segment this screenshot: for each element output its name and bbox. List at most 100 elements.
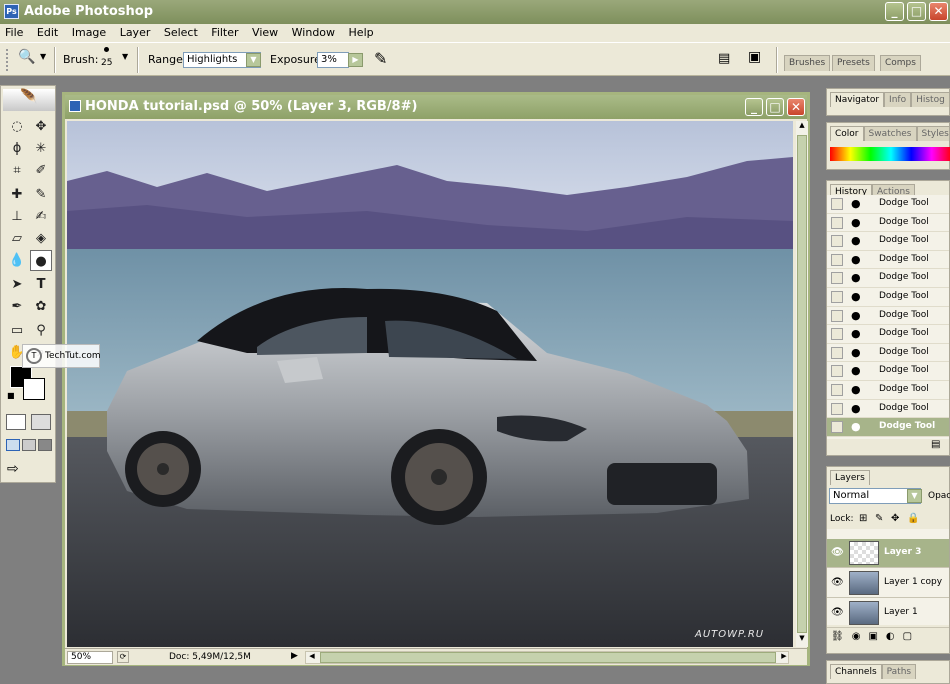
eraser-tool-icon[interactable]: ▱ [6,228,28,249]
scroll-up-icon[interactable]: ▲ [796,121,808,133]
notes-tool-icon[interactable]: ▭ [6,320,28,341]
type-tool-icon[interactable]: T [30,274,52,295]
slice-tool-icon[interactable]: ✐ [30,160,52,181]
tab-navigator[interactable]: Navigator [830,92,885,107]
visibility-eye-icon[interactable]: 👁 [831,607,844,618]
exposure-input[interactable]: 3% [317,52,349,68]
new-layer-icon[interactable]: ▢ [903,631,920,642]
scroll-left-icon[interactable]: ◀ [306,652,318,663]
menu-layer[interactable]: Layer [115,24,156,39]
paint-bucket-tool-icon[interactable]: ◈ [30,228,52,249]
color-spectrum-ramp[interactable] [830,147,950,161]
menu-edit[interactable]: Edit [32,24,63,39]
menu-view[interactable]: View [247,24,283,39]
tab-paths[interactable]: Paths [881,664,917,679]
app-title-bar[interactable]: Ps Adobe Photoshop _ □ ✕ [0,0,950,24]
tab-info[interactable]: Info [884,92,912,107]
well-tab-presets[interactable]: Presets [832,55,875,71]
pen-tool-icon[interactable]: ✒ [6,296,28,317]
menu-file[interactable]: File [0,24,28,39]
menu-help[interactable]: Help [344,24,379,39]
blend-mode-dropdown-icon[interactable]: ▼ [907,489,922,503]
lock-transparency-icon[interactable]: ⊞ [859,513,867,524]
history-item[interactable]: ● Dodge Tool [827,362,949,381]
jump-to-imageready-icon[interactable]: ⇨ [7,461,19,477]
scroll-down-icon[interactable]: ▼ [796,634,808,646]
tab-swatches[interactable]: Swatches [863,126,917,141]
range-dropdown-icon[interactable]: ▼ [246,53,261,67]
blur-tool-icon[interactable]: 💧 [6,250,28,271]
horizontal-scrollbar[interactable]: ◀ ▶ [305,651,789,664]
lasso-tool-icon[interactable]: ϕ [6,138,28,159]
menu-select[interactable]: Select [159,24,203,39]
layer-row[interactable]: 👁 Layer 1 [827,599,949,628]
history-item[interactable]: ● Dodge Tool [827,288,949,307]
scroll-right-icon[interactable]: ▶ [778,652,790,663]
history-item[interactable]: ● Dodge Tool [827,400,949,419]
custom-shape-tool-icon[interactable]: ✿ [30,296,52,317]
tab-color[interactable]: Color [830,126,864,141]
screen-mode-full-icon[interactable] [38,439,52,451]
lock-position-icon[interactable]: ✥ [891,513,899,524]
history-item[interactable]: ● Dodge Tool [827,269,949,288]
image-canvas[interactable]: AUTOWP.RU [67,121,793,647]
layer-row[interactable]: 👁 Layer 3 [827,539,949,568]
clone-stamp-tool-icon[interactable]: ⊥ [6,206,28,227]
menu-window[interactable]: Window [287,24,340,39]
menu-image[interactable]: Image [67,24,111,39]
vertical-scrollbar[interactable]: ▲ ▼ [796,121,808,647]
history-item[interactable]: ● Dodge Tool [827,214,949,233]
history-item[interactable]: ● Dodge Tool [827,344,949,363]
maximize-button[interactable]: □ [907,2,926,21]
close-button[interactable]: ✕ [929,2,948,21]
layer-row[interactable]: 👁 Layer 1 copy [827,569,949,598]
document-minimize-button[interactable]: _ [745,98,763,116]
tab-channels[interactable]: Channels [830,664,882,679]
file-browser-icon[interactable]: ▤ [718,51,730,66]
eyedropper-tool-icon[interactable]: ⚲ [30,320,52,341]
background-color-swatch[interactable] [23,378,45,400]
dodge-tool-icon[interactable]: 🔍 [18,49,35,65]
status-menu-arrow-icon[interactable]: ▶ [291,651,298,661]
zoom-field[interactable]: 50% [67,651,113,664]
document-close-button[interactable]: ✕ [787,98,805,116]
airbrush-icon[interactable]: ✎ [374,49,387,68]
link-icon[interactable]: ⛓ [831,631,852,642]
tab-styles[interactable]: Styles [916,126,949,141]
image-ready-icon[interactable]: ▣ [748,49,761,65]
well-tab-comps[interactable]: Comps [880,55,921,71]
add-mask-icon[interactable]: ▣ [868,631,885,642]
standard-mode-icon[interactable] [6,414,26,430]
brush-picker-arrow-icon[interactable]: ▼ [122,52,128,61]
history-item[interactable]: ● Dodge Tool [827,307,949,326]
tab-layers[interactable]: Layers [830,470,870,485]
dodge-tool-icon[interactable]: ● [30,250,52,271]
history-trash-icon[interactable]: ▤ [931,439,940,450]
history-item[interactable]: ● Dodge Tool [827,195,949,214]
marquee-tool-icon[interactable]: ◌ [6,116,28,137]
history-item-current[interactable]: ● Dodge Tool [827,418,949,437]
menu-filter[interactable]: Filter [206,24,243,39]
layer-style-icon[interactable]: ◉ [852,631,869,642]
horizontal-scroll-thumb[interactable] [320,652,776,663]
adjustment-layer-icon[interactable]: ◐ [886,631,903,642]
history-item[interactable]: ● Dodge Tool [827,325,949,344]
status-preview-icon[interactable]: ⟳ [117,651,129,663]
lock-image-icon[interactable]: ✎ [875,513,883,524]
history-item[interactable]: ● Dodge Tool [827,381,949,400]
grip-handle[interactable] [6,49,12,71]
screen-mode-full-menu-icon[interactable] [22,439,36,451]
path-selection-tool-icon[interactable]: ➤ [6,274,28,295]
move-tool-icon[interactable]: ✥ [30,116,52,137]
brush-tool-icon[interactable]: ✎ [30,184,52,205]
vertical-scroll-thumb[interactable] [797,135,807,633]
history-item[interactable]: ● Dodge Tool [827,251,949,270]
history-item[interactable]: ● Dodge Tool [827,232,949,251]
screen-mode-standard-icon[interactable] [6,439,20,451]
well-tab-brushes[interactable]: Brushes [784,55,831,71]
magic-wand-tool-icon[interactable]: ✳ [30,138,52,159]
crop-tool-icon[interactable]: ⌗ [6,160,28,181]
exposure-slider-icon[interactable]: ▶ [348,53,363,67]
healing-brush-tool-icon[interactable]: ✚ [6,184,28,205]
visibility-eye-icon[interactable]: 👁 [831,547,844,558]
